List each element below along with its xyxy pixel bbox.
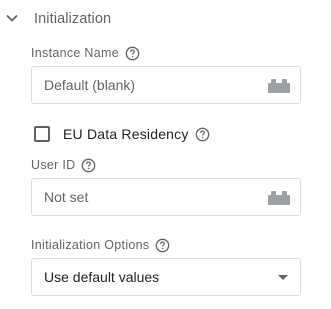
instance-name-label-row: Instance Name — [31, 44, 140, 62]
user-id-value: Not set — [44, 189, 89, 205]
init-options-label-row: Initialization Options — [31, 236, 170, 254]
user-id-input[interactable]: Not set — [31, 178, 301, 216]
section-header-initialization[interactable]: Initialization — [0, 7, 331, 33]
instance-name-input[interactable]: Default (blank) — [31, 66, 301, 104]
eu-data-residency-label: EU Data Residency — [63, 126, 189, 142]
chevron-down-icon[interactable] — [5, 11, 19, 25]
help-icon[interactable] — [195, 127, 210, 142]
init-options-label: Initialization Options — [31, 238, 150, 252]
section-title: Initialization — [34, 11, 112, 27]
instance-name-label: Instance Name — [31, 46, 119, 60]
eu-data-residency-row[interactable]: EU Data Residency — [34, 123, 210, 145]
user-id-label-row: User ID — [31, 156, 96, 174]
help-icon[interactable] — [81, 158, 96, 173]
init-options-select[interactable]: Use default values — [31, 258, 301, 296]
help-icon[interactable] — [125, 46, 140, 61]
variable-block-icon[interactable] — [268, 79, 290, 93]
init-options-selected: Use default values — [44, 269, 160, 285]
eu-data-residency-checkbox[interactable] — [34, 126, 50, 142]
variable-block-icon[interactable] — [268, 191, 290, 205]
help-icon[interactable] — [155, 238, 170, 253]
user-id-label: User ID — [31, 158, 76, 172]
instance-name-placeholder: Default (blank) — [44, 77, 136, 93]
dropdown-caret-icon[interactable] — [278, 275, 288, 280]
